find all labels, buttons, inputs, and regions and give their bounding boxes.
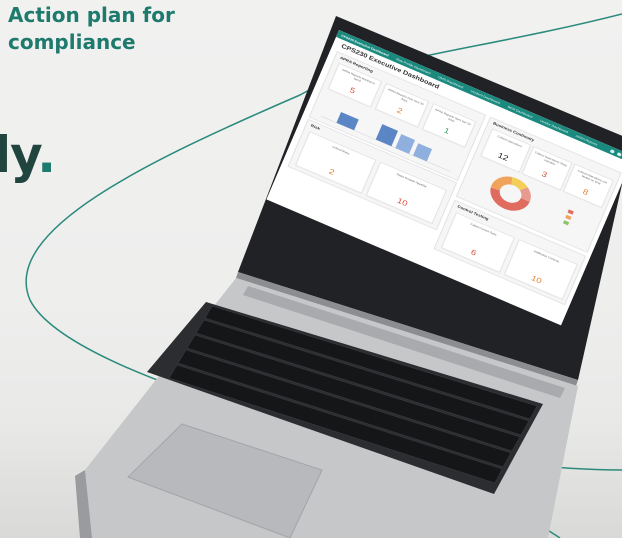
legend-swatch-red	[567, 209, 574, 215]
topbar-icons	[609, 148, 622, 160]
risk-title: Risk	[310, 123, 321, 131]
apra-bar-4	[413, 143, 433, 162]
legend-swatch-orange	[565, 214, 572, 220]
failed-control-tests-label: Failed Control Tests	[469, 222, 498, 237]
notification-icon[interactable]	[609, 148, 616, 154]
ineffective-controls-value: 10	[529, 273, 544, 286]
failed-control-tests-value: 6	[469, 247, 478, 258]
critical-risks-value: 2	[327, 166, 336, 177]
settings-icon[interactable]	[616, 151, 622, 157]
apra-bar-3	[395, 134, 416, 154]
risks-outside-appetite-value: 10	[395, 196, 409, 208]
legend-swatch-green	[562, 220, 570, 226]
ineffective-controls-card[interactable]: Ineffective Controls 10	[503, 239, 578, 300]
failed-control-tests-card[interactable]: Failed Control Tests 6	[440, 212, 516, 273]
ineffective-controls-label: Ineffective Controls	[533, 249, 560, 264]
apra-bar-2	[375, 124, 399, 147]
